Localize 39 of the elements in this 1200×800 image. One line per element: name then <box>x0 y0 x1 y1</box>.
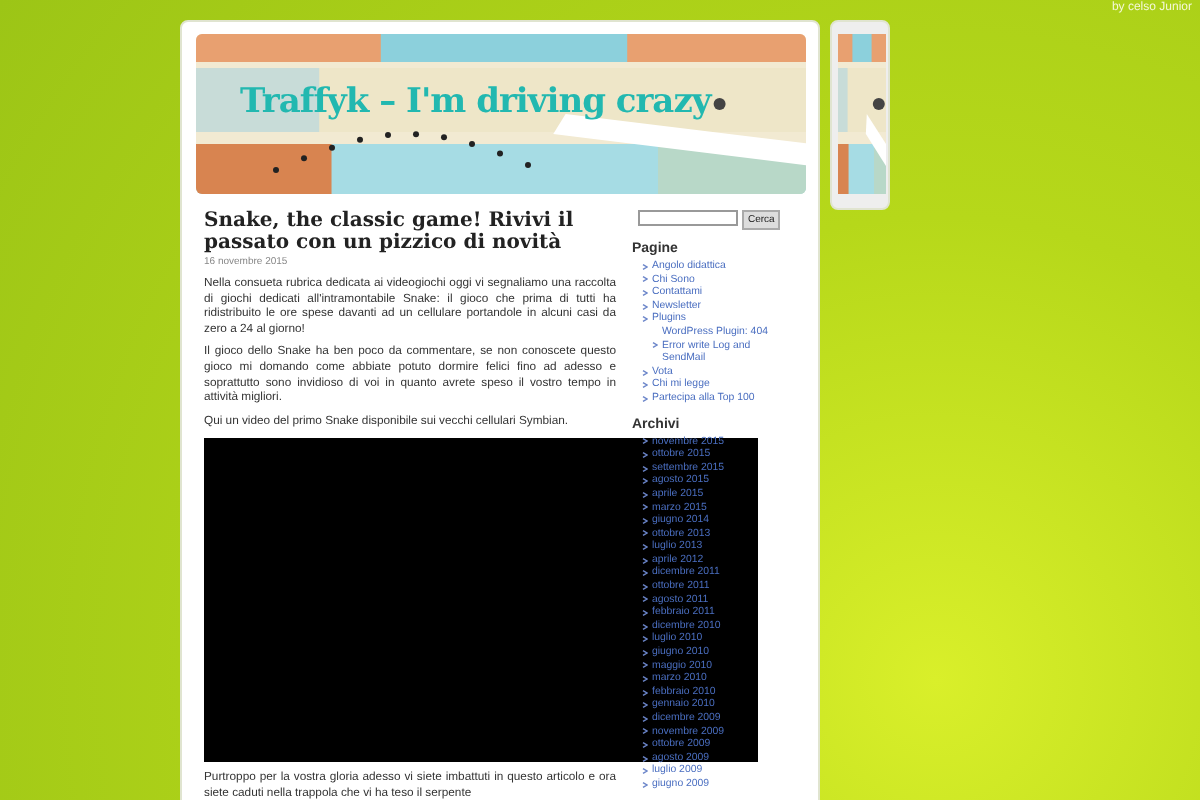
bullet-icon <box>642 276 648 283</box>
bullet-icon <box>642 570 648 577</box>
bullet-icon <box>642 781 648 788</box>
bullet-icon <box>642 530 648 537</box>
bullet-icon <box>652 342 658 349</box>
bullet-icon <box>642 636 648 643</box>
video-player[interactable] <box>204 438 758 763</box>
bullet-icon <box>642 610 648 617</box>
bullet-icon <box>642 544 648 551</box>
search-field[interactable] <box>638 210 738 226</box>
bullet-icon <box>642 465 648 472</box>
bullet-icon <box>642 662 648 669</box>
bullet-icon <box>642 289 648 296</box>
bullet-icon <box>642 741 648 748</box>
bullet-icon <box>642 438 648 445</box>
bullet-icon <box>642 517 648 524</box>
bullet-icon <box>642 728 648 735</box>
bullet-icon <box>642 263 648 270</box>
bullet-icon <box>642 596 648 603</box>
bullet-icon <box>642 702 648 709</box>
bullet-icon <box>642 478 648 485</box>
bullet-icon <box>642 755 648 762</box>
bullet-icon <box>642 369 648 376</box>
post-title[interactable]: Snake, the classic game! Rivivi il passato con un pizzico di novità <box>204 210 614 254</box>
bullet-icon <box>642 583 648 590</box>
bullet-icon <box>642 623 648 630</box>
bullet-icon <box>642 557 648 564</box>
bullet-icon <box>642 316 648 323</box>
bullet-icon <box>642 451 648 458</box>
bullet-icon <box>642 689 648 696</box>
bullet-icon <box>642 303 648 310</box>
bullet-icon <box>642 382 648 389</box>
bullet-icon <box>642 715 648 722</box>
bullet-icon <box>642 395 648 402</box>
bullet-icon <box>642 676 648 683</box>
bullet-icon <box>642 768 648 775</box>
bullet-icon <box>642 649 648 656</box>
bullet-icon <box>642 491 648 498</box>
bullet-icon <box>642 504 648 511</box>
